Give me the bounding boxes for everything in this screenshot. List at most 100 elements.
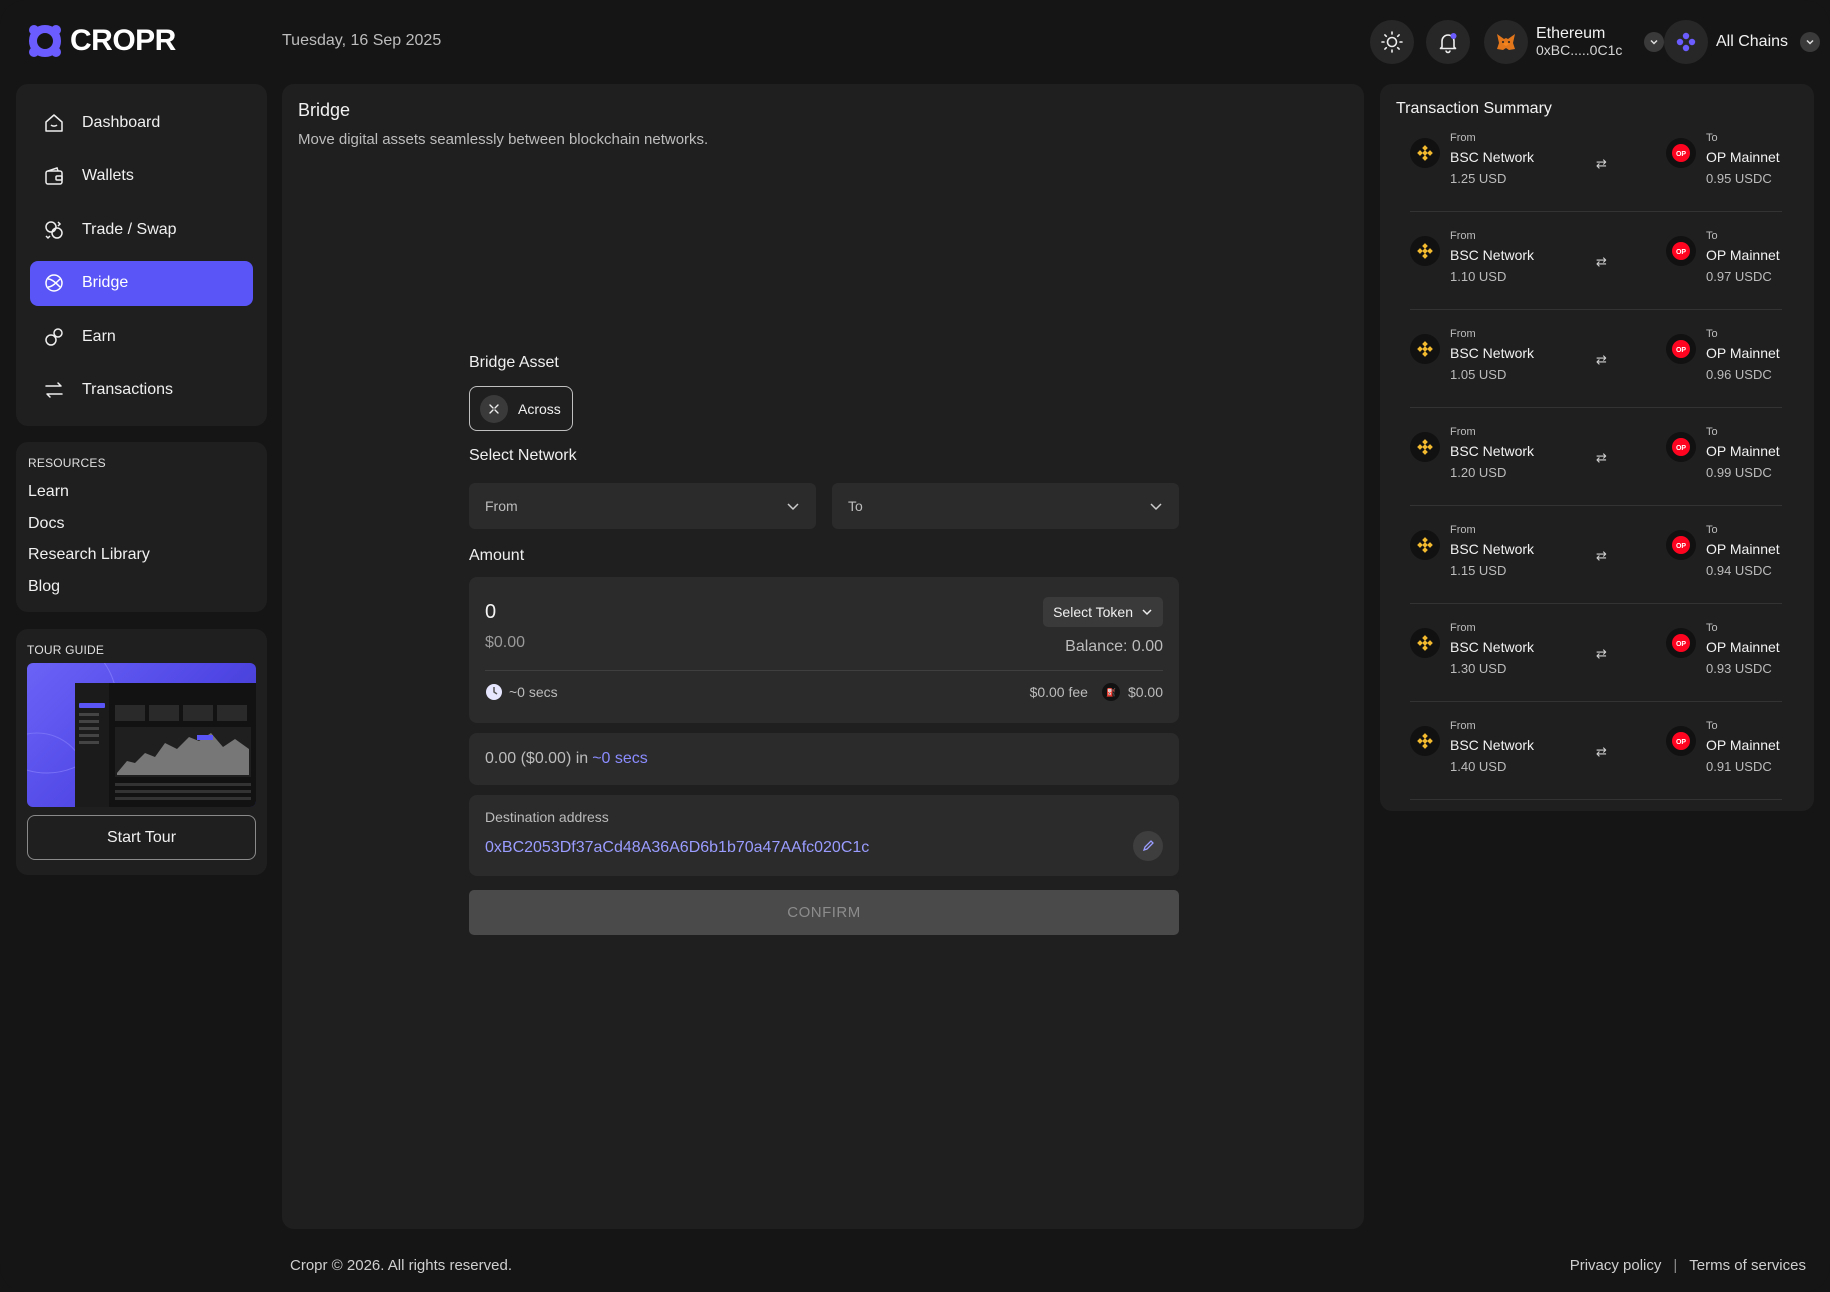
bridge-main-panel: Bridge Move digital assets seamlessly be… (282, 84, 1364, 1229)
destination-address[interactable]: 0xBC2053Df37aCd48A36A6D6b1b70a47AAfc020C… (485, 839, 1163, 857)
to-network: OP Mainnet (1706, 541, 1780, 557)
divider (485, 670, 1163, 671)
notifications-button[interactable] (1426, 20, 1470, 64)
bnb-icon (1410, 236, 1440, 266)
fee-info: $0.00 fee ⛽ $0.00 (1030, 683, 1163, 701)
sidebar-item-label: Trade / Swap (82, 220, 177, 238)
from-network-select[interactable]: From (469, 483, 816, 529)
amount-usd: $0.00 (485, 634, 526, 651)
swap-coins-icon (42, 218, 66, 242)
resources-title: RESOURCES (28, 456, 106, 470)
time-text: ~0 secs (509, 684, 558, 700)
sidebar-item-label: Wallets (82, 167, 134, 184)
from-label: From (1450, 132, 1476, 144)
transaction-row[interactable]: From BSC Network 1.30 USD ⇄ OP To OP Mainnet 0.… (1410, 604, 1782, 702)
swap-arrows-icon: ⇄ (1596, 646, 1607, 661)
swap-arrows-icon: ⇄ (1596, 352, 1607, 367)
from-label: From (1450, 230, 1476, 242)
to-amount: 0.91 USDC (1706, 759, 1772, 774)
transaction-row[interactable]: From BSC Network 1.10 USD ⇄ OP To OP Mainnet 0.… (1410, 212, 1782, 310)
select-token-button[interactable]: Select Token (1043, 597, 1163, 627)
chain-selector[interactable]: All Chains (1664, 20, 1821, 64)
from-amount: 1.10 USD (1450, 269, 1507, 284)
transaction-summary-panel: Transaction Summary From BSC Network 1.25 … (1380, 84, 1814, 811)
brand-logo[interactable]: CROPR (28, 24, 176, 58)
to-network: OP Mainnet (1706, 247, 1780, 263)
svg-text:OP: OP (1676, 739, 1686, 746)
transaction-row[interactable]: From BSC Network 1.20 USD ⇄ OP To OP Mainnet 0.… (1410, 408, 1782, 506)
wallet-address: 0xBC.....0C1c (1536, 42, 1623, 58)
from-label: From (1450, 524, 1476, 536)
from-network: BSC Network (1450, 345, 1535, 361)
svg-text:OP: OP (1676, 445, 1686, 452)
brand-name: CROPR (70, 24, 176, 57)
page-subtitle: Move digital assets seamlessly between b… (298, 131, 709, 148)
start-tour-button[interactable]: Start Tour (27, 815, 256, 860)
terms-of-service-link[interactable]: Terms of services (1689, 1257, 1806, 1274)
estimate-time: ~0 secs (592, 750, 648, 767)
edit-address-button[interactable] (1133, 831, 1163, 861)
provider-across-button[interactable]: Across (469, 386, 573, 431)
sidebar-item-bridge[interactable]: Bridge (30, 260, 253, 306)
resource-link-research-library[interactable]: Research Library (28, 539, 255, 571)
chevron-down-icon (1150, 503, 1162, 511)
current-date: Tuesday, 16 Sep 2025 (282, 32, 442, 49)
bridge-form: Bridge Asset Across Select Network From … (469, 354, 1179, 935)
clock-icon (486, 684, 502, 700)
separator: | (1673, 1257, 1678, 1274)
sidebar-item-earn[interactable]: Earn (30, 314, 253, 359)
chevron-down-icon (787, 503, 799, 511)
to-amount: 0.99 USDC (1706, 465, 1772, 480)
copyright: Cropr © 2026. All rights reserved. (290, 1257, 512, 1274)
estimated-time: ~0 secs (485, 683, 558, 701)
privacy-policy-link[interactable]: Privacy policy (1570, 1257, 1662, 1274)
transaction-row[interactable]: From BSC Network 1.25 USD ⇄ OP To OP Mainnet 0.… (1410, 114, 1782, 212)
from-label: From (1450, 622, 1476, 634)
to-network: OP Mainnet (1706, 443, 1780, 459)
confirm-button[interactable]: CONFIRM (469, 890, 1179, 935)
footer-links: Privacy policy | Terms of services (1570, 1257, 1806, 1274)
chains-label: All Chains (1716, 33, 1789, 50)
bridge-icon (42, 271, 66, 295)
cropr-logo-icon (28, 24, 62, 58)
resource-link-docs[interactable]: Docs (28, 508, 255, 540)
from-network: BSC Network (1450, 639, 1535, 655)
sidebar-item-label: Earn (82, 327, 116, 345)
svg-text:OP: OP (1676, 641, 1686, 648)
select-token-label: Select Token (1053, 604, 1133, 620)
gas-text: $0.00 (1127, 684, 1163, 700)
balance-text: Balance: 0.00 (1065, 638, 1163, 655)
swap-arrows-icon: ⇄ (1596, 548, 1607, 563)
to-network-select[interactable]: To (832, 483, 1179, 529)
sidebar-item-transactions[interactable]: Transactions (30, 368, 253, 413)
sidebar-item-wallets[interactable]: Wallets (30, 154, 253, 199)
to-label: To (1706, 720, 1718, 732)
destination-label: Destination address (485, 809, 609, 825)
from-network: BSC Network (1450, 443, 1535, 459)
bnb-icon (1410, 138, 1440, 168)
app-window: CROPR Tuesday, 16 Sep 2025 Ethereum 0xBC… (0, 0, 1830, 1292)
select-network-label: Select Network (469, 447, 577, 464)
to-network: OP Mainnet (1706, 149, 1780, 165)
amount-box: 0 $0.00 Select Token Balance: 0.00 ~0 se… (469, 577, 1179, 723)
resource-link-learn[interactable]: Learn (28, 476, 255, 508)
resource-link-blog[interactable]: Blog (28, 571, 255, 603)
destination-box: Destination address 0xBC2053Df37aCd48A36… (469, 795, 1179, 876)
metamask-fox-icon (1484, 20, 1528, 64)
theme-toggle-button[interactable] (1370, 20, 1414, 64)
sidebar-item-trade-swap[interactable]: Trade / Swap (30, 207, 253, 252)
from-amount: 1.30 USD (1450, 661, 1507, 676)
from-label: From (1450, 328, 1476, 340)
to-label: To (1706, 622, 1718, 634)
transaction-row[interactable]: From BSC Network 1.05 USD ⇄ OP To OP Mainnet 0.… (1410, 310, 1782, 408)
from-label: From (1450, 426, 1476, 438)
svg-text:OP: OP (1676, 543, 1686, 550)
sidebar-item-dashboard[interactable]: Dashboard (30, 100, 253, 145)
from-amount: 1.05 USD (1450, 367, 1507, 382)
wallet-selector[interactable]: Ethereum 0xBC.....0C1c (1484, 20, 1665, 64)
op-icon: OP (1666, 236, 1696, 266)
swap-arrows-icon: ⇄ (1596, 744, 1607, 759)
transaction-row[interactable]: From BSC Network 1.15 USD ⇄ OP To OP Mainnet 0.… (1410, 506, 1782, 604)
transaction-row[interactable]: From BSC Network 1.40 USD ⇄ OP To OP Mainnet 0.… (1410, 702, 1782, 800)
op-icon: OP (1666, 726, 1696, 756)
